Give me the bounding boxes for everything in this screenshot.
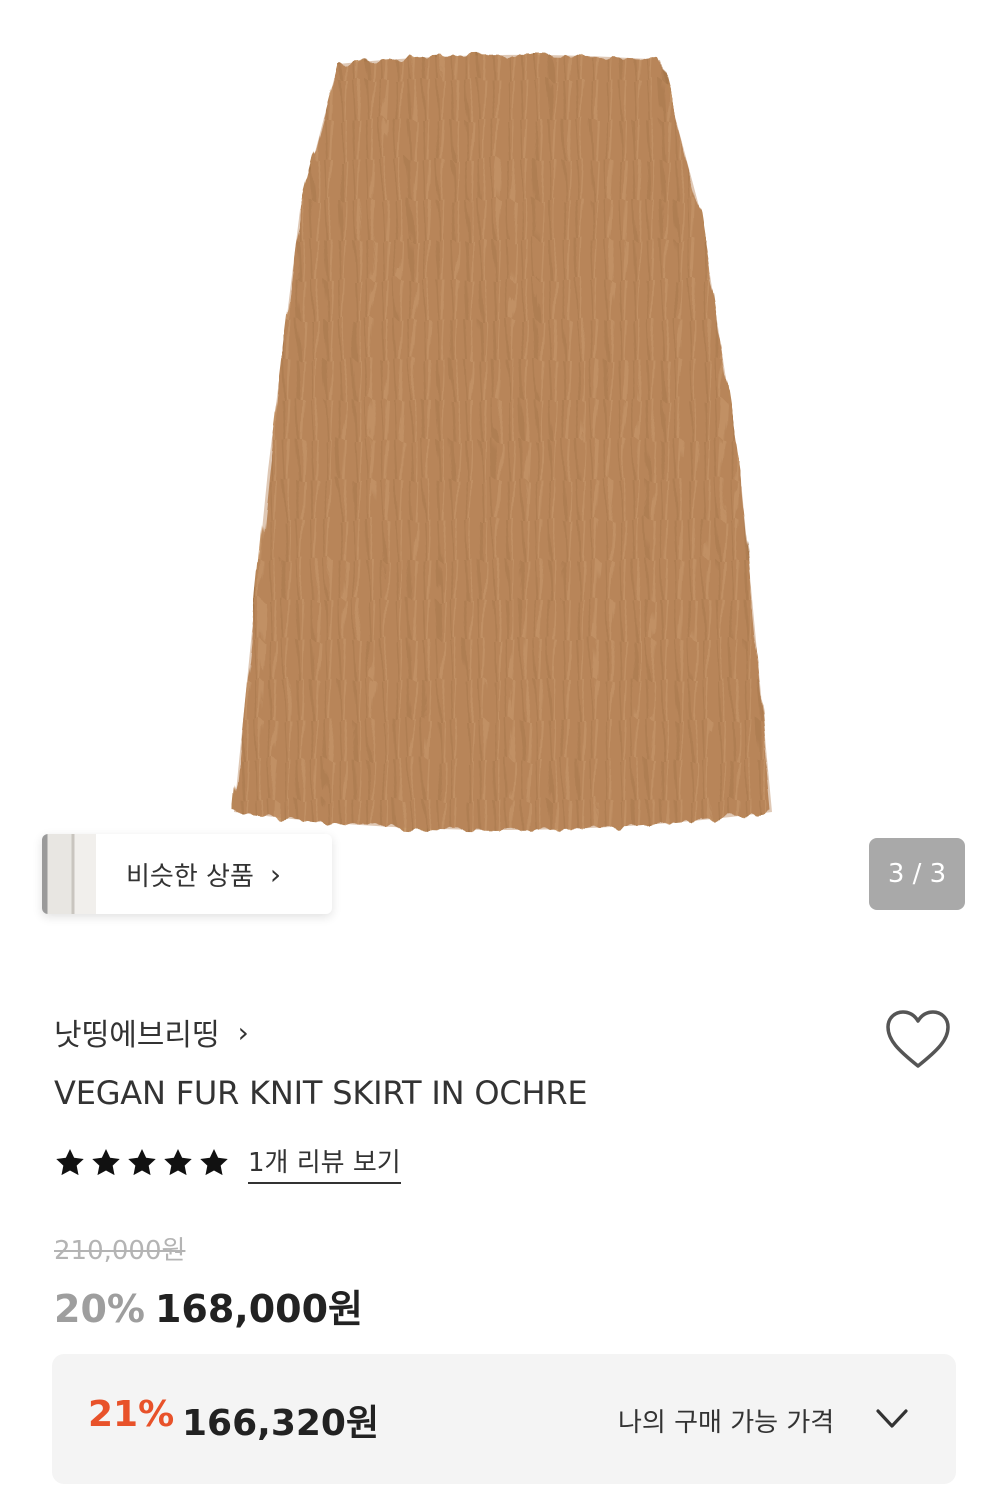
star-icon <box>56 1149 84 1176</box>
star-icon <box>164 1149 192 1176</box>
rating-row: 1개 리뷰 보기 <box>54 1142 401 1184</box>
my-price-label: 나의 구매 가능 가격 <box>618 1408 835 1438</box>
star-icon <box>128 1149 156 1176</box>
my-price-panel[interactable]: 21% 166,320원 나의 구매 가능 가격 <box>52 1354 956 1484</box>
similar-product-thumbnail <box>42 834 96 914</box>
similar-products-label: 비슷한 상품 <box>126 861 254 892</box>
discount-rate: 20% <box>54 1287 145 1331</box>
heart-icon[interactable] <box>884 1008 952 1072</box>
review-link[interactable]: 1개 리뷰 보기 <box>248 1142 401 1184</box>
brand-link[interactable]: 낫띵에브리띵 › <box>54 1010 249 1054</box>
sale-price: 168,000원 <box>154 1287 364 1331</box>
product-gallery[interactable]: 비슷한 상품 › 3 / 3 <box>0 0 1006 960</box>
member-price: 166,320원 <box>182 1403 380 1444</box>
chevron-right-icon: › <box>269 857 282 891</box>
price-row: 20% 168,000원 <box>54 1278 363 1333</box>
star-icon <box>200 1149 228 1176</box>
chevron-right-icon: › <box>237 1015 249 1049</box>
image-counter: 3 / 3 <box>869 838 965 910</box>
similar-products-button[interactable]: 비슷한 상품 › <box>42 834 332 914</box>
star-rating <box>54 1147 234 1179</box>
brand-name: 낫띵에브리띵 <box>54 1018 220 1053</box>
original-price: 210,000원 <box>54 1236 186 1266</box>
product-image <box>234 54 772 831</box>
product-title: VEGAN FUR KNIT SKIRT IN OCHRE <box>54 1074 588 1112</box>
star-icon <box>92 1149 120 1176</box>
member-discount-rate: 21% <box>88 1394 175 1435</box>
chevron-down-icon[interactable] <box>874 1406 910 1432</box>
